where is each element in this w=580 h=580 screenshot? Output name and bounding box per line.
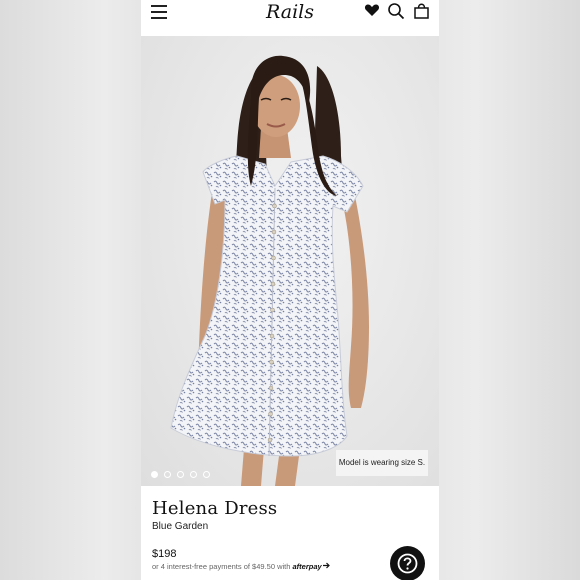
gallery-dot[interactable] [177, 471, 184, 478]
gallery-dot[interactable] [190, 471, 197, 478]
product-page: Rails Model is wearing size S. Helena Dr… [141, 0, 439, 580]
size-note: Model is wearing size S. [336, 450, 428, 476]
product-price: $198 [152, 548, 177, 560]
heart-icon[interactable] [364, 2, 380, 18]
gallery-dot[interactable] [151, 471, 158, 478]
model-photo [170, 55, 369, 486]
afterpay-logo[interactable]: afterpay [293, 562, 322, 571]
installment-info: or 4 interest-free payments of $49.50 wi… [152, 562, 330, 571]
gallery-dot[interactable] [203, 471, 210, 478]
product-image[interactable]: Model is wearing size S. [141, 36, 439, 486]
gallery-pagination [151, 471, 210, 478]
search-icon[interactable] [387, 2, 405, 20]
header: Rails [141, 0, 439, 36]
help-button[interactable] [390, 546, 425, 580]
gallery-dot[interactable] [164, 471, 171, 478]
bag-icon[interactable] [413, 2, 430, 19]
afterpay-icon [322, 562, 330, 569]
question-icon [397, 553, 418, 574]
installment-text: or 4 interest-free payments of $49.50 wi… [152, 562, 291, 571]
product-color: Blue Garden [152, 521, 209, 532]
product-title: Helena Dress [152, 498, 278, 519]
